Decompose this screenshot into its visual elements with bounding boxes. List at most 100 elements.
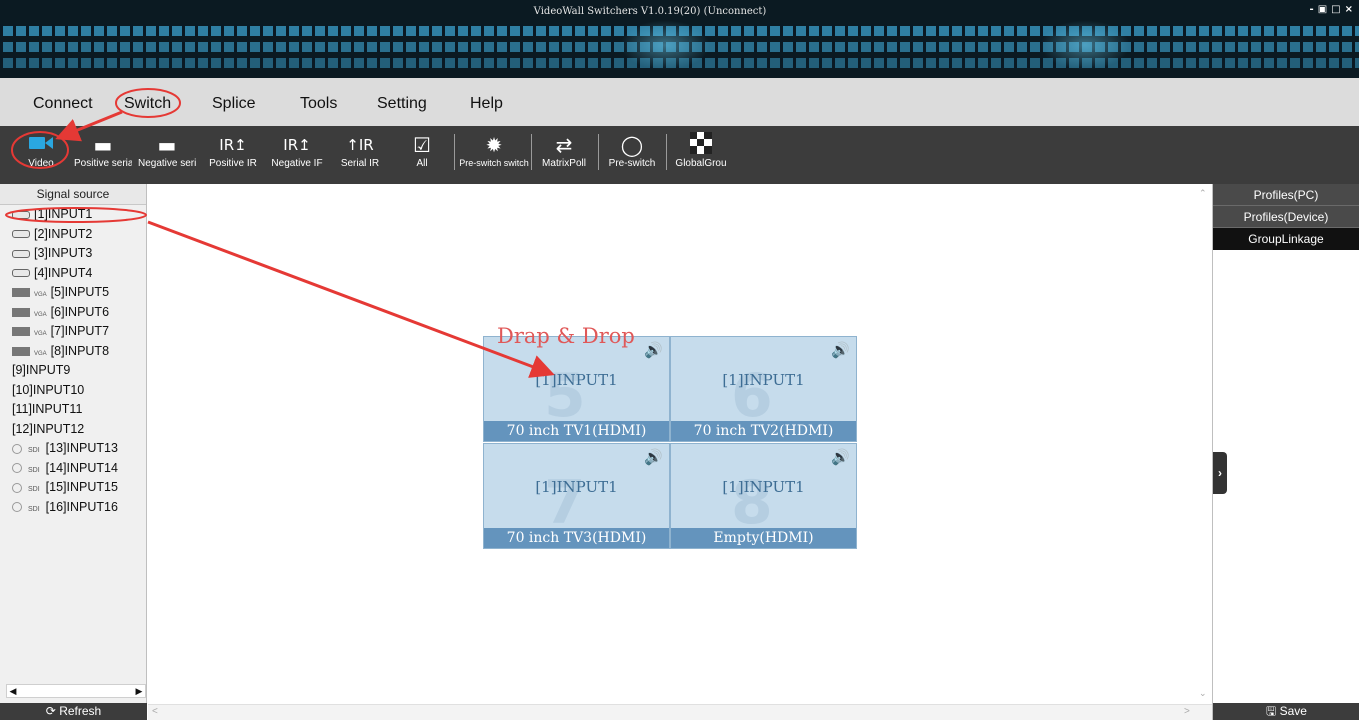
expand-panel-icon[interactable]: › (1213, 452, 1227, 494)
positive-ir-button[interactable]: IR↥ Positive IR (201, 128, 265, 184)
signal-source-label: [5]INPUT5 (50, 285, 110, 299)
signal-source-item[interactable]: SDI [13]INPUT13 (12, 439, 146, 459)
toolbar-separator (598, 134, 599, 170)
ir-icon: IR↥ (219, 136, 247, 154)
menu-connect[interactable]: Connect (33, 95, 93, 113)
ir-icon: IR↥ (283, 136, 311, 154)
signal-source-label: [3]INPUT3 (34, 246, 93, 260)
signal-source-label: [7]INPUT7 (50, 324, 110, 338)
pre-switch-icon: ✹ (485, 133, 503, 157)
vertical-scrollbar[interactable]: ⌃ ⌄ (1196, 184, 1212, 704)
menu-tools[interactable]: Tools (300, 95, 337, 113)
video-wall-tile[interactable]: 6 🔊 [1]INPUT1 70 inch TV2(HDMI) (670, 336, 857, 442)
tab-profiles-device[interactable]: Profiles(Device) (1213, 206, 1359, 228)
video-button[interactable]: Video (18, 128, 64, 184)
signal-source-item[interactable]: VGA [6]INPUT6 (12, 303, 146, 323)
minimize-icon[interactable]: - (1310, 4, 1314, 15)
speaker-icon[interactable]: 🔊 (644, 448, 663, 466)
tab-group-linkage[interactable]: GroupLinkage (1213, 228, 1359, 250)
signal-source-item[interactable]: [9]INPUT9 (12, 361, 146, 381)
signal-source-label: [6]INPUT6 (50, 304, 110, 319)
pre-switch-switch-button[interactable]: ✹ Pre-switch switch (458, 128, 530, 184)
signal-source-label: [14]INPUT14 (45, 460, 118, 475)
close-icon[interactable]: × (1345, 4, 1353, 15)
signal-source-label: [12]INPUT12 (12, 421, 85, 436)
canvas-horizontal-scrollbar[interactable]: < > (148, 704, 1212, 720)
refresh-icon: ⟳ (45, 704, 56, 718)
signal-source-item[interactable]: SDI [16]INPUT16 (12, 498, 146, 518)
scroll-left-icon[interactable]: < (152, 706, 158, 717)
restore-icon[interactable]: ▣ (1318, 4, 1327, 15)
serial-ir-button[interactable]: ↑IR Serial IR (334, 128, 386, 184)
sdi-port-label: SDI (28, 486, 40, 493)
global-group-button[interactable]: GlobalGrou (668, 128, 734, 184)
hdmi-port-icon (12, 269, 30, 278)
video-wall-tile[interactable]: 5 🔊 [1]INPUT1 70 inch TV1(HDMI) (483, 336, 670, 442)
save-button[interactable]: 🖫 Save (1213, 703, 1359, 720)
menu-splice[interactable]: Splice (212, 95, 256, 113)
checkbox-icon: ☑ (413, 133, 431, 157)
signal-source-item[interactable]: [12]INPUT12 (12, 420, 146, 440)
scroll-right-icon[interactable]: > (1184, 706, 1190, 717)
hdmi-port-icon (12, 230, 30, 239)
tile-caption: Empty(HDMI) (671, 528, 856, 548)
speaker-icon[interactable]: 🔊 (644, 341, 663, 359)
positive-serial-button[interactable]: ▬ Positive serial (74, 128, 132, 184)
serial-ir-icon: ↑IR (346, 136, 374, 154)
menu-setting[interactable]: Setting (377, 95, 427, 113)
signal-source-label: [2]INPUT2 (34, 226, 93, 241)
speaker-icon[interactable]: 🔊 (831, 341, 850, 359)
scroll-right-icon[interactable]: ▶ (133, 685, 145, 697)
tile-caption: 70 inch TV3(HDMI) (484, 528, 669, 548)
tab-profiles-pc[interactable]: Profiles(PC) (1213, 184, 1359, 206)
sdi-port-icon (12, 463, 22, 474)
speaker-icon[interactable]: 🔊 (831, 448, 850, 466)
signal-source-title: Signal source (0, 184, 146, 205)
horizontal-scrollbar[interactable]: ◀ ▶ (6, 684, 146, 698)
signal-source-list: [1]INPUT1 [2]INPUT2 [3]INPUT3 [4]INPUT4 VGA[… (0, 205, 146, 517)
negative-serial-button[interactable]: ▬ Negative serial (138, 128, 196, 184)
maximize-icon[interactable]: □ (1331, 4, 1340, 15)
signal-source-label: [13]INPUT13 (45, 441, 118, 455)
matrix-poll-button[interactable]: ⇄ MatrixPoll (534, 128, 594, 184)
signal-source-item[interactable]: [3]INPUT3 (12, 244, 146, 264)
signal-source-item[interactable]: [11]INPUT11 (12, 400, 146, 420)
signal-source-item[interactable]: SDI [15]INPUT15 (12, 478, 146, 498)
video-camera-icon (18, 132, 64, 158)
vga-port-icon (12, 327, 30, 337)
scroll-up-icon[interactable]: ⌃ (1199, 188, 1207, 199)
vga-port-icon (12, 346, 30, 356)
vga-port-label: VGA (34, 292, 47, 298)
toolbar: Video ▬ Positive serial ▬ Negative seria… (0, 126, 1359, 184)
signal-source-label: [9]INPUT9 (12, 363, 71, 377)
video-wall-grid: 5 🔊 [1]INPUT1 70 inch TV1(HDMI) 6 🔊 [1]INPUT1 7… (483, 336, 858, 549)
all-button[interactable]: ☑ All (404, 128, 440, 184)
signal-source-item[interactable]: VGA [5]INPUT5 (12, 283, 146, 303)
signal-source-item[interactable]: [2]INPUT2 (12, 225, 146, 245)
signal-source-item[interactable]: SDI [14]INPUT14 (12, 459, 146, 479)
drag-drop-annotation: Drap & Drop (497, 324, 635, 348)
signal-source-item[interactable]: [4]INPUT4 (12, 264, 146, 284)
shuffle-icon: ⇄ (555, 133, 573, 157)
vga-port-label: VGA (34, 331, 47, 337)
tile-source-label: [1]INPUT1 (722, 478, 805, 496)
pre-switch-button[interactable]: ◯ Pre-switch (602, 128, 662, 184)
signal-source-item[interactable]: VGA [8]INPUT8 (12, 342, 146, 362)
refresh-button[interactable]: ⟳ Refresh (0, 703, 147, 720)
scroll-down-icon[interactable]: ⌄ (1199, 688, 1207, 699)
tile-source-label: [1]INPUT1 (535, 478, 618, 496)
title-bar: VideoWall Switchers V1.0.19(20) (Unconne… (0, 0, 1359, 78)
toolbar-separator (454, 134, 455, 170)
video-wall-tile[interactable]: 8 🔊 [1]INPUT1 Empty(HDMI) (670, 443, 857, 549)
scroll-left-icon[interactable]: ◀ (7, 685, 19, 697)
signal-source-label: [10]INPUT10 (12, 382, 85, 397)
negative-ir-button[interactable]: IR↥ Negative IF (266, 128, 328, 184)
signal-source-label: [16]INPUT16 (45, 499, 118, 514)
menu-help[interactable]: Help (470, 95, 503, 113)
tile-source-label: [1]INPUT1 (535, 371, 618, 389)
video-wall-tile[interactable]: 7 🔊 [1]INPUT1 70 inch TV3(HDMI) (483, 443, 670, 549)
signal-source-item[interactable]: VGA [7]INPUT7 (12, 322, 146, 342)
menu-switch[interactable]: Switch (124, 95, 171, 113)
signal-source-item[interactable]: [10]INPUT10 (12, 381, 146, 401)
signal-source-item[interactable]: [1]INPUT1 (12, 205, 146, 225)
